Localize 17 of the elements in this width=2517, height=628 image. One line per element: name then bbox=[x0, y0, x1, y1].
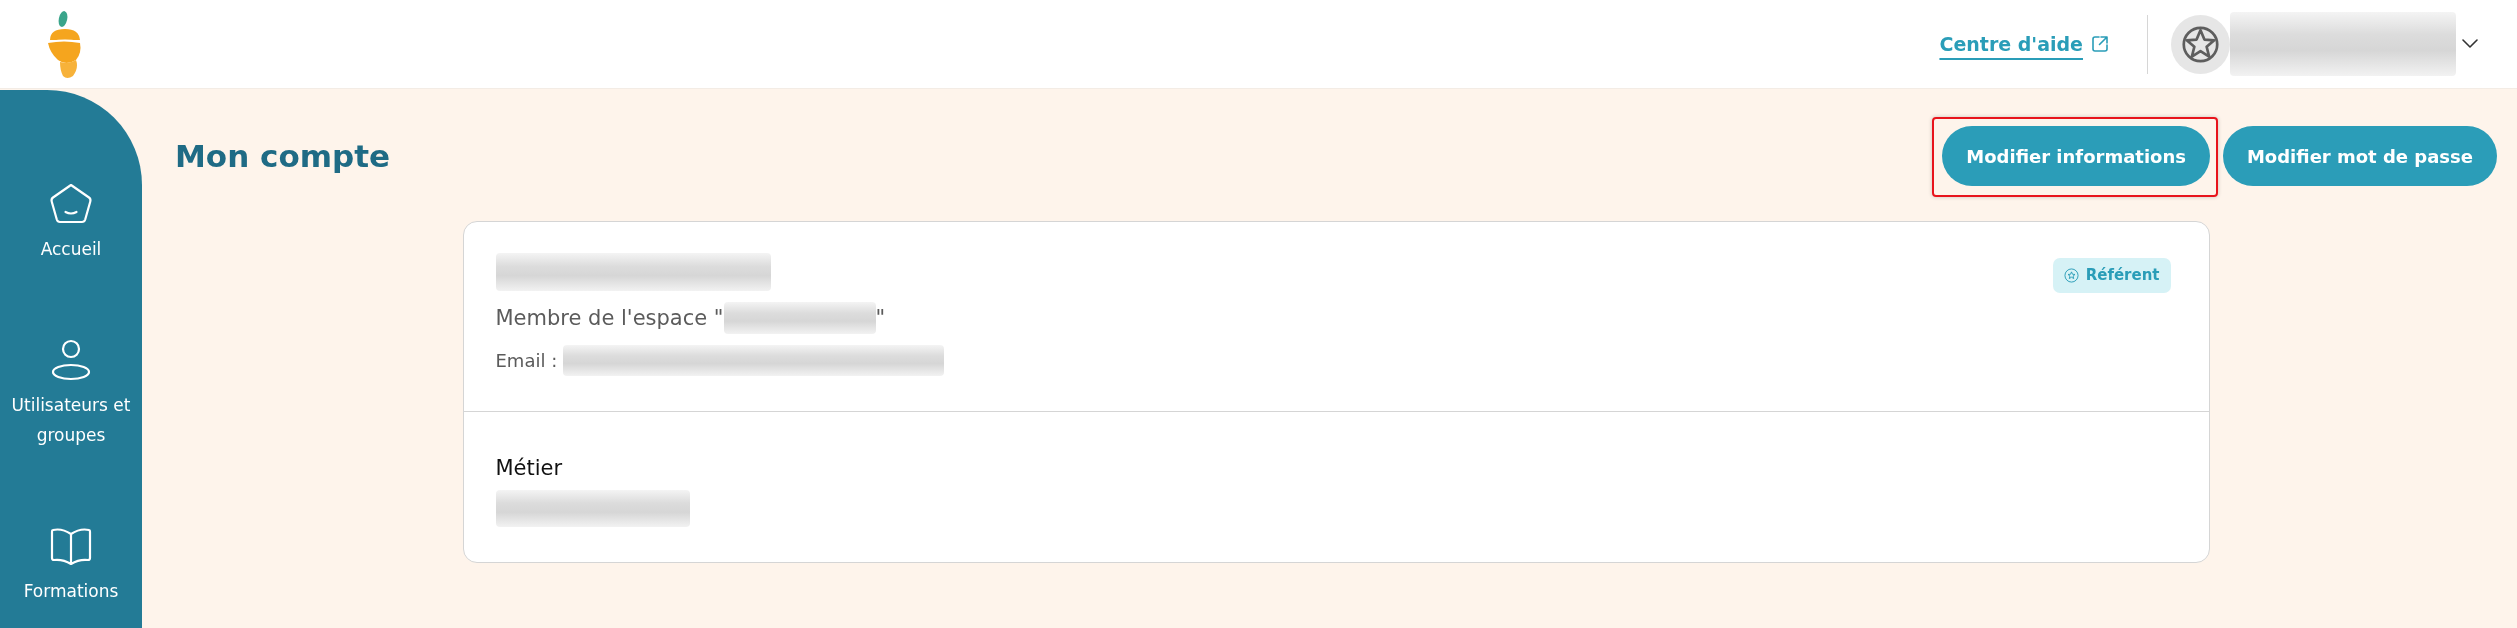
external-link-icon bbox=[2091, 35, 2109, 53]
person-icon bbox=[49, 338, 93, 381]
action-button[interactable]: Modifier informations bbox=[1942, 126, 2210, 186]
page-title: Mon compte bbox=[175, 137, 391, 176]
action-button[interactable]: Modifier mot de passe bbox=[2222, 126, 2497, 186]
membership-label: Membre de l'espace " bbox=[495, 305, 724, 332]
home-icon bbox=[49, 182, 93, 225]
sidebar-item[interactable]: Formations bbox=[0, 524, 142, 606]
role-label: Référent bbox=[2085, 265, 2160, 286]
help-link[interactable]: Centre d'aide bbox=[1939, 29, 2109, 59]
job-label: Métier bbox=[495, 455, 564, 482]
chevron-down-icon[interactable] bbox=[2462, 39, 2478, 49]
sidebar-item[interactable]: Accueil bbox=[0, 182, 142, 264]
sidebar-item[interactable]: Utilisateurs et groupes bbox=[0, 338, 142, 450]
email-label: Email : bbox=[495, 348, 558, 373]
avatar-icon[interactable] bbox=[2171, 14, 2230, 74]
quote-mark: " bbox=[875, 305, 886, 332]
